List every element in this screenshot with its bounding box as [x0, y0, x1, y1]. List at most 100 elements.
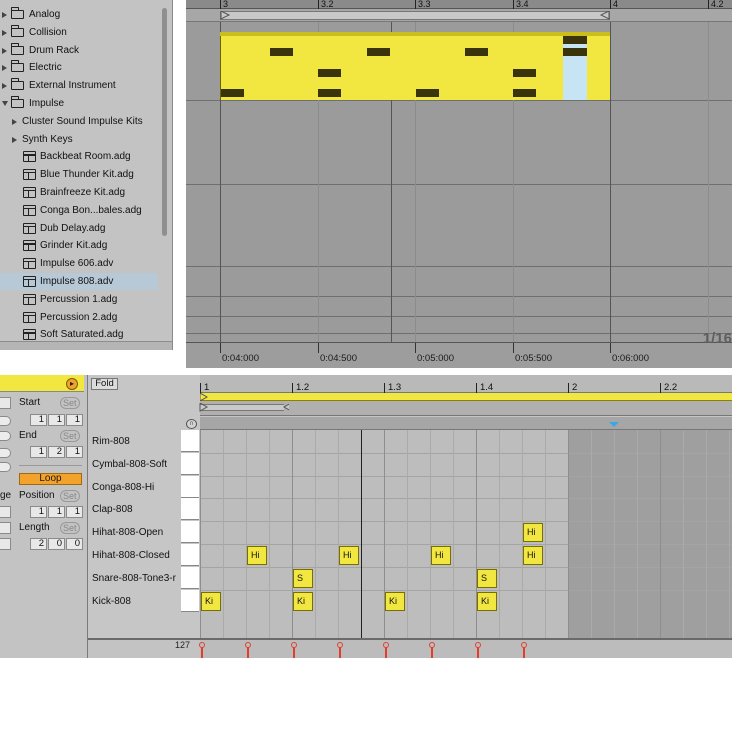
drum-lane-name[interactable]: Hihat-808-Closed	[92, 544, 170, 567]
start-sixteenth-field[interactable]: 1	[66, 414, 83, 426]
midi-note[interactable]: S	[293, 568, 313, 588]
browser-item[interactable]: Drum Rack	[0, 42, 158, 59]
start-beat-field[interactable]: 1	[48, 414, 65, 426]
browser-item[interactable]: Cluster Sound Impulse Kits	[0, 113, 158, 130]
lane-key[interactable]	[181, 589, 199, 612]
position-beat-field[interactable]: 1	[48, 506, 65, 518]
clip-toggle[interactable]	[0, 397, 11, 409]
midi-note[interactable]: Ki	[477, 591, 497, 611]
position-sixteenth-field[interactable]: 1	[66, 506, 83, 518]
clip-toggle[interactable]	[0, 416, 11, 426]
lane-key[interactable]	[181, 452, 199, 475]
play-circle-icon[interactable]: ▸	[66, 378, 78, 390]
velocity-handle[interactable]	[199, 642, 205, 648]
length-set-button[interactable]: Set	[60, 522, 80, 534]
browser-item[interactable]: External Instrument	[0, 77, 158, 94]
clip-toggle[interactable]	[0, 506, 11, 518]
clip-toggle[interactable]	[0, 431, 11, 441]
headphones-icon[interactable]: ∩	[186, 419, 197, 429]
arrangement-loop-brace[interactable]	[220, 11, 610, 20]
position-set-button[interactable]: Set	[60, 490, 80, 502]
drum-lane-name[interactable]: Kick-808	[92, 590, 131, 613]
browser-item[interactable]: Conga Bon...bales.adg	[0, 202, 158, 219]
time-selection[interactable]	[563, 36, 587, 100]
velocity-handle[interactable]	[337, 642, 343, 648]
grid-resolution-label[interactable]: 1/16	[703, 330, 732, 347]
disclosure-closed-icon[interactable]	[12, 118, 17, 125]
disclosure-open-icon[interactable]	[2, 101, 8, 106]
browser-item[interactable]: Percussion 2.adg	[0, 309, 158, 326]
clip-region-bar[interactable]	[200, 393, 732, 401]
disclosure-closed-icon[interactable]	[2, 83, 7, 90]
start-set-button[interactable]: Set	[60, 397, 80, 409]
midi-note[interactable]: Hi	[339, 546, 359, 565]
clip-title-bar[interactable]: ▸	[0, 375, 84, 392]
length-beat-field[interactable]: 0	[48, 538, 65, 550]
end-sixteenth-field[interactable]: 1	[66, 446, 83, 458]
browser-item[interactable]: Collision	[0, 24, 158, 41]
position-bar-field[interactable]: 1	[30, 506, 47, 518]
clip-toggle[interactable]	[0, 538, 11, 550]
midi-note[interactable]: Hi	[523, 523, 543, 543]
clip-toggle[interactable]	[0, 448, 11, 458]
lane-key[interactable]	[181, 544, 199, 566]
drum-lane-name[interactable]: Snare-808-Tone3-r	[92, 567, 176, 590]
lane-key[interactable]	[181, 566, 199, 589]
lane-key[interactable]	[181, 498, 199, 521]
browser-item[interactable]: Impulse 808.adv	[0, 273, 158, 290]
drum-lane-name[interactable]: Cymbal-808-Soft	[92, 453, 167, 476]
midi-note[interactable]: Ki	[293, 591, 313, 611]
disclosure-closed-icon[interactable]	[12, 136, 17, 143]
disclosure-closed-icon[interactable]	[2, 65, 7, 72]
browser-scrollbar[interactable]	[162, 8, 167, 236]
browser-item[interactable]: Dub Delay.adg	[0, 220, 158, 237]
velocity-handle[interactable]	[429, 642, 435, 648]
start-bar-field[interactable]: 1	[30, 414, 47, 426]
browser-item[interactable]: Analog	[0, 6, 158, 23]
browser-item[interactable]: Synth Keys	[0, 131, 158, 148]
browser-item[interactable]: Impulse 606.adv	[0, 255, 158, 272]
browser-item[interactable]: Electric	[0, 59, 158, 76]
arrangement-time-ruler[interactable]: 0:04:000 0:04:500 0:05:000 0:05:500 0:06…	[186, 342, 732, 368]
fold-button[interactable]: Fold	[91, 378, 118, 390]
browser-item[interactable]: Backbeat Room.adg	[0, 148, 158, 165]
midi-note[interactable]: Hi	[523, 546, 543, 565]
browser-item[interactable]: Impulse	[0, 95, 158, 112]
midi-beat-ruler[interactable]: 1 1.2 1.3 1.4 2 2.2	[200, 375, 732, 393]
length-sixteenth-field[interactable]: 0	[66, 538, 83, 550]
note-grid[interactable]: Ki Hi S Ki Hi Ki Hi S Ki Hi Hi	[200, 430, 732, 638]
lane-key[interactable]	[181, 475, 199, 498]
velocity-lane[interactable]	[199, 638, 732, 658]
midi-note[interactable]: S	[477, 568, 497, 588]
disclosure-closed-icon[interactable]	[2, 47, 7, 54]
velocity-handle[interactable]	[521, 642, 527, 648]
midi-note[interactable]: Hi	[431, 546, 451, 565]
arrangement-beat-ruler[interactable]: 3 3.2 3.3 3.4 4 4.2	[186, 0, 732, 9]
clip-toggle[interactable]	[0, 462, 11, 472]
midi-loop-brace[interactable]	[199, 403, 289, 412]
end-bar-field[interactable]: 1	[30, 446, 47, 458]
drum-lane-name[interactable]: Conga-808-Hi	[92, 476, 154, 499]
clip-toggle[interactable]	[0, 522, 11, 534]
drum-lane-name[interactable]: Clap-808	[92, 498, 133, 521]
velocity-handle[interactable]	[475, 642, 481, 648]
midi-note[interactable]: Ki	[385, 591, 405, 611]
disclosure-closed-icon[interactable]	[2, 12, 7, 18]
velocity-handle[interactable]	[291, 642, 297, 648]
end-beat-field[interactable]: 2	[48, 446, 65, 458]
disclosure-closed-icon[interactable]	[2, 29, 7, 36]
velocity-handle[interactable]	[383, 642, 389, 648]
loop-button[interactable]: Loop	[19, 473, 82, 485]
browser-item[interactable]: Blue Thunder Kit.adg	[0, 166, 158, 183]
midi-loop-bar[interactable]	[199, 401, 732, 416]
browser-item[interactable]: Brainfreeze Kit.adg	[0, 184, 158, 201]
end-set-button[interactable]: Set	[60, 430, 80, 442]
lane-key[interactable]	[181, 521, 199, 544]
browser-item[interactable]: Grinder Kit.adg	[0, 237, 158, 254]
browser-item[interactable]: Percussion 1.adg	[0, 291, 158, 308]
midi-note[interactable]: Hi	[247, 546, 267, 565]
midi-note[interactable]: Ki	[201, 591, 221, 611]
drum-lane-name[interactable]: Hihat-808-Open	[92, 521, 163, 544]
velocity-handle[interactable]	[245, 642, 251, 648]
lane-key[interactable]	[181, 430, 199, 452]
